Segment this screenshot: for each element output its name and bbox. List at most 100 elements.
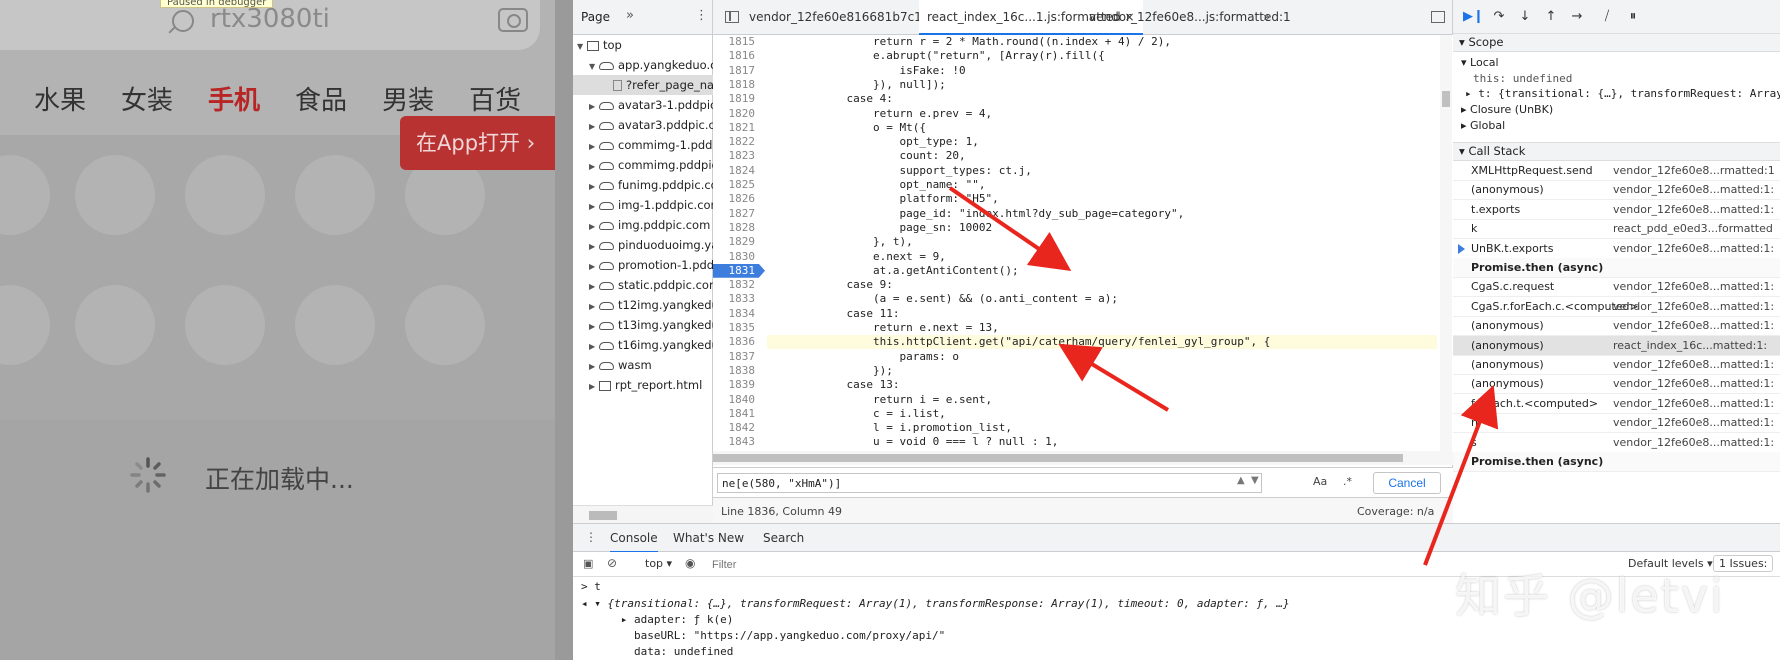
tree-item[interactable]: ▶promotion-1.pddpic.com [589, 255, 713, 275]
scroll-thumb[interactable] [1442, 91, 1450, 107]
toggle-debugger-icon[interactable] [1431, 11, 1445, 23]
expand-icon[interactable]: ▶ [589, 237, 599, 257]
find-next-icon[interactable]: ▼ [1251, 475, 1259, 486]
breakpoint-line-number[interactable]: 1831 [713, 263, 765, 278]
code-area[interactable]: 1815 return r = 2 * Math.round((n.index … [713, 35, 1453, 451]
expand-icon[interactable]: ▼ [577, 37, 587, 57]
category-tab[interactable]: 男装 [382, 80, 434, 117]
frame-location[interactable]: vendor_12fe60e8...matted:1: [1613, 374, 1774, 393]
more-tabs-icon[interactable]: » [626, 8, 634, 23]
callstack-section-header[interactable]: ▾ Call Stack [1453, 142, 1780, 161]
coverage-status[interactable]: Coverage: n/a [1357, 505, 1434, 518]
step-over-icon[interactable]: ↷ [1491, 9, 1507, 25]
tree-item[interactable]: ▶commimg-1.pddpic.com [589, 135, 713, 155]
code-hscrollbar[interactable] [713, 451, 1453, 465]
line-number[interactable]: 1826 [713, 192, 763, 206]
tab-search[interactable]: Search [763, 531, 804, 545]
line-number[interactable]: 1815 [713, 35, 763, 49]
line-number[interactable]: 1835 [713, 321, 763, 335]
scroll-thumb[interactable] [589, 511, 617, 520]
scope-section-header[interactable]: ▾ Scope [1453, 33, 1780, 52]
call-stack-frame[interactable]: n vendor_12fe60e8...matted:1: [1453, 413, 1780, 434]
call-stack-frame[interactable]: UnBK.t.exports vendor_12fe60e8...matted:1… [1453, 239, 1780, 259]
frame-location[interactable]: vendor_12fe60e8...matted:1: [1613, 200, 1774, 219]
call-stack-frame[interactable]: (anonymous) vendor_12fe60e8...matted:1: [1453, 374, 1780, 395]
category-tab[interactable]: 女装 [121, 80, 173, 117]
scroll-thumb[interactable] [713, 454, 1403, 462]
camera-icon[interactable] [498, 8, 528, 32]
expand-icon[interactable]: ▶ [589, 297, 599, 317]
expand-icon[interactable]: ▶ [589, 357, 599, 377]
kebab-menu-icon[interactable]: ⋮ [695, 8, 708, 23]
category-tab-active[interactable]: 手机 [208, 80, 260, 117]
frame-location[interactable]: vendor_12fe60e8...matted:1: [1613, 433, 1774, 452]
line-number[interactable]: 1830 [713, 250, 763, 264]
line-number[interactable]: 1837 [713, 350, 763, 364]
frame-location[interactable]: vendor_12fe60e8...matted:1: [1613, 239, 1774, 258]
eye-icon[interactable]: ◉ [685, 556, 695, 570]
clear-console-icon[interactable]: ⊘ [607, 556, 617, 570]
line-number[interactable]: 1832 [713, 278, 763, 292]
console-result-line[interactable]: ◂ ▾ {transitional: {…}, transformRequest… [581, 597, 1290, 611]
context-selector[interactable]: top ▾ [645, 557, 672, 570]
call-stack-frame[interactable]: (anonymous) react_index_16c...matted:1: [1453, 335, 1780, 356]
line-number[interactable]: 1816 [713, 49, 763, 63]
tree-item[interactable]: ▶avatar3-1.pddpic.com [589, 95, 713, 115]
expand-icon[interactable]: ▶ [589, 197, 599, 217]
line-number[interactable]: 1828 [713, 221, 763, 235]
scope-var-t[interactable]: ▸ t: {transitional: {…}, transformReques… [1465, 86, 1780, 101]
line-number[interactable]: 1820 [713, 107, 763, 121]
line-number[interactable]: 1841 [713, 407, 763, 421]
step-out-icon[interactable]: ↑ [1543, 9, 1559, 25]
line-number[interactable]: 1842 [713, 421, 763, 435]
expand-icon[interactable]: ▶ [589, 117, 599, 137]
expand-icon[interactable]: ▶ [589, 377, 599, 397]
tree-item[interactable]: ▶ static.pddpic.com [589, 275, 713, 295]
line-number[interactable]: 1838 [713, 364, 763, 378]
expand-icon[interactable]: ▶ [589, 217, 599, 237]
regex-button[interactable]: .* [1343, 475, 1352, 488]
step-into-icon[interactable]: ↓ [1517, 9, 1533, 25]
line-number[interactable]: 1843 [713, 435, 763, 449]
deactivate-breakpoints-icon[interactable]: ⧸ [1599, 9, 1615, 25]
sidebar-toggle-icon[interactable]: ▣ [583, 557, 593, 570]
tab-console[interactable]: Console [610, 531, 658, 553]
navigator-hscrollbar[interactable] [573, 505, 713, 523]
find-previous-icon[interactable]: ▲ [1237, 475, 1245, 486]
call-stack-frame[interactable]: CgaS.r.forEach.c.<computed> vendor_12fe60… [1453, 297, 1780, 317]
category-tab[interactable]: 食品 [295, 80, 347, 117]
tree-item[interactable]: ▶t12img.yangkeduo.com [589, 295, 713, 315]
tree-item[interactable]: ▶ img.pddpic.com [589, 215, 710, 235]
line-number[interactable]: 1829 [713, 235, 763, 249]
line-number[interactable]: 1817 [713, 64, 763, 78]
call-stack-frame[interactable]: t.exports vendor_12fe60e8...matted:1: [1453, 200, 1780, 220]
frame-location[interactable]: vendor_12fe60e8...matted:1: [1613, 297, 1774, 316]
category-tab[interactable]: 百货 [469, 80, 521, 117]
line-number[interactable]: 1824 [713, 164, 763, 178]
more-tabs-icon[interactable]: » [1263, 0, 1270, 35]
frame-location[interactable]: react_pdd_e0ed3...formatted [1613, 219, 1773, 238]
tree-item-selected[interactable]: ?refer_page_name [573, 75, 713, 95]
scope-local[interactable]: ▾ Local [1461, 55, 1499, 70]
resume-icon[interactable]: ▶❙ [1463, 9, 1484, 25]
frame-location[interactable]: vendor_12fe60e8...matted:1: [1613, 277, 1774, 296]
line-number[interactable]: 1833 [713, 292, 763, 306]
code-vscrollbar[interactable] [1440, 35, 1452, 451]
line-number[interactable]: 1836 [713, 335, 763, 349]
tree-item[interactable]: ▶ wasm [589, 355, 652, 375]
expand-icon[interactable]: ▶ [589, 337, 599, 357]
call-stack-frame[interactable]: k react_pdd_e0ed3...formatted [1453, 219, 1780, 240]
category-tab[interactable]: 水果 [34, 80, 86, 117]
tab-page[interactable]: Page [581, 10, 610, 24]
line-number[interactable]: 1819 [713, 92, 763, 106]
frame-location[interactable]: vendor_12fe60e8...matted:1: [1613, 355, 1774, 374]
tree-item[interactable]: ▶funimg.pddpic.com [589, 175, 713, 195]
tree-item[interactable]: ▶ img-1.pddpic.com [589, 195, 713, 215]
call-stack-frame[interactable]: s vendor_12fe60e8...matted:1: [1453, 433, 1780, 453]
expand-icon[interactable]: ▼ [589, 57, 599, 77]
search-text[interactable]: rtx3080ti [210, 4, 330, 34]
frame-location[interactable]: react_index_16c...matted:1: [1613, 336, 1767, 355]
frame-location[interactable]: vendor_12fe60e8...matted:1: [1613, 394, 1774, 413]
pause-on-exceptions-icon[interactable]: ⏸ [1625, 9, 1641, 25]
frame-location[interactable]: vendor_12fe60e8...matted:1: [1613, 316, 1774, 335]
